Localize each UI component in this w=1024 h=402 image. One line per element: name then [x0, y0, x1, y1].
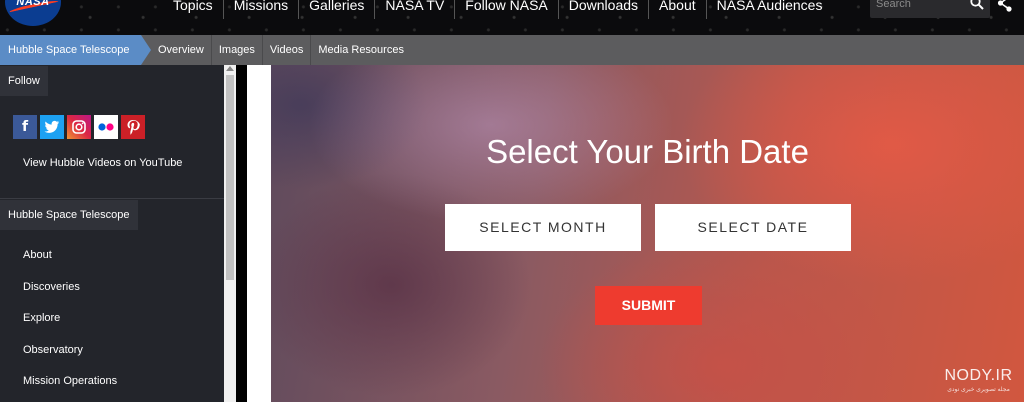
nav-item-nasa-tv[interactable]: NASA TV	[375, 0, 456, 19]
sidebar: Follow f View Hubble Videos on YouTube H…	[0, 65, 224, 402]
sidebar-divider	[0, 198, 224, 199]
gutter-light	[247, 65, 271, 402]
subnav-overview[interactable]: Overview	[151, 35, 212, 65]
watermark-text: NODY.IR	[944, 367, 1013, 384]
nav-item-missions[interactable]: Missions	[224, 0, 300, 19]
subnav-videos[interactable]: Videos	[263, 35, 312, 65]
sidebar-menu: About Discoveries Explore Observatory Mi…	[23, 248, 117, 402]
nav-item-galleries[interactable]: Galleries	[299, 0, 376, 19]
facebook-icon[interactable]: f	[13, 115, 37, 139]
sidebar-item-discoveries[interactable]: Discoveries	[23, 280, 117, 312]
breadcrumb-arrow	[141, 35, 151, 65]
main-nav: Topics Missions Galleries NASA TV Follow…	[163, 0, 832, 19]
breadcrumb[interactable]: Hubble Space Telescope	[0, 35, 141, 65]
scroll-up-arrow-icon[interactable]	[226, 66, 234, 71]
instagram-icon[interactable]	[67, 115, 91, 139]
pinterest-icon[interactable]	[121, 115, 145, 139]
nav-item-topics[interactable]: Topics	[163, 0, 224, 19]
youtube-link[interactable]: View Hubble Videos on YouTube	[23, 157, 182, 169]
hero-title: Select Your Birth Date	[486, 133, 809, 170]
watermark-subtext: مجله تصویری خبری نودی	[947, 387, 1010, 393]
subnav-media-resources[interactable]: Media Resources	[311, 35, 411, 65]
sidebar-item-observatory[interactable]: Observatory	[23, 343, 117, 375]
sidebar-item-mission-operations[interactable]: Mission Operations	[23, 374, 117, 402]
select-date-button[interactable]: SELECT DATE	[655, 204, 851, 251]
sidebar-item-explore[interactable]: Explore	[23, 311, 117, 343]
sub-nav-bar: Hubble Space Telescope Overview Images V…	[0, 35, 1024, 65]
search-icon[interactable]	[970, 0, 984, 10]
hubble-section-label[interactable]: Hubble Space Telescope	[0, 200, 138, 230]
gutter-dark	[236, 65, 247, 402]
logo-text: NASA	[16, 0, 50, 8]
sidebar-scrollbar[interactable]	[224, 65, 236, 402]
social-icons: f	[13, 115, 145, 139]
nav-item-about[interactable]: About	[649, 0, 707, 19]
submit-button[interactable]: SUBMIT	[595, 286, 702, 325]
nav-item-follow-nasa[interactable]: Follow NASA	[455, 0, 559, 19]
sidebar-item-about[interactable]: About	[23, 248, 117, 280]
top-nav-bar: NASA Topics Missions Galleries NASA TV F…	[0, 0, 1024, 35]
search-input[interactable]	[876, 0, 966, 14]
subnav-links: Overview Images Videos Media Resources	[151, 35, 411, 65]
flickr-icon[interactable]	[94, 115, 118, 139]
subnav-images[interactable]: Images	[212, 35, 263, 65]
nav-item-downloads[interactable]: Downloads	[559, 0, 650, 19]
watermark: NODY.IR مجله تصویری خبری نودی	[936, 367, 1021, 393]
follow-label: Follow	[0, 66, 48, 96]
hero-banner: Select Your Birth Date SELECT MONTH SELE…	[271, 65, 1024, 402]
scroll-thumb[interactable]	[226, 75, 234, 280]
nav-item-nasa-audiences[interactable]: NASA Audiences	[707, 0, 833, 19]
nasa-logo[interactable]: NASA	[5, 0, 61, 26]
twitter-icon[interactable]	[40, 115, 64, 139]
share-icon[interactable]	[997, 0, 1013, 12]
select-month-button[interactable]: SELECT MONTH	[445, 204, 641, 251]
search-box	[870, 0, 990, 18]
